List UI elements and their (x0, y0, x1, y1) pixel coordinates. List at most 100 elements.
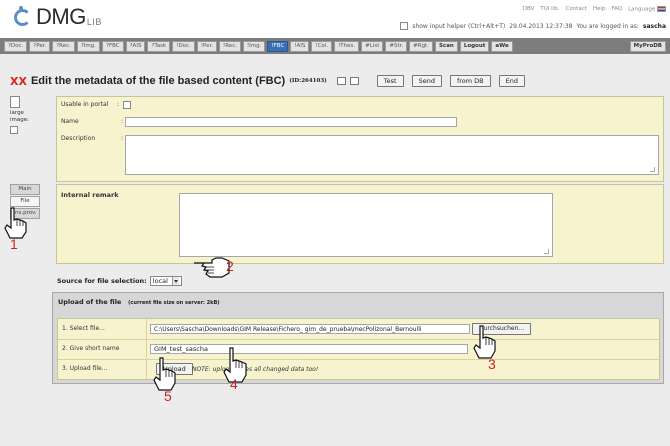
nav-tab-search-fbc[interactable]: ?FBC (102, 40, 124, 52)
nav-tab-str[interactable]: #Str. (385, 40, 408, 52)
nav-tab-fbc[interactable]: !FBC (267, 40, 289, 52)
large-image-label: large image: (10, 110, 29, 123)
test-button[interactable]: Test (376, 75, 404, 87)
top-link-help[interactable]: Help (593, 6, 606, 13)
file-path-input[interactable]: C:\Users\Sascha\Downloads\GIM Release\Fi… (150, 324, 470, 334)
page-title: Edit the metadata of the file based cont… (30, 75, 286, 87)
short-name-input[interactable]: GIM_test_sascha (150, 344, 468, 354)
status-marks: XX (10, 74, 27, 88)
annotation-1: 1 (10, 236, 18, 252)
from-db-button[interactable]: from DB (449, 75, 491, 87)
top-link-dbv[interactable]: DBV (523, 6, 535, 13)
nav-tab-thes[interactable]: !Thes. (334, 40, 360, 52)
top-link-language[interactable]: Language (628, 6, 666, 13)
nav-tab-scan[interactable]: Scan (434, 40, 458, 52)
language-label: Language (628, 6, 656, 13)
nav-tab-search-ais[interactable]: ?AIS (125, 40, 146, 52)
upload-title: Upload of the file (58, 298, 122, 306)
tab-main[interactable]: Main (10, 184, 40, 195)
upload-title-row: Upload of the file (current file size on… (58, 298, 220, 306)
usable-label: Usable in portal (61, 101, 109, 108)
logged-in-label: You are logged in as: (576, 22, 639, 30)
logo-sub: LIB (86, 17, 102, 27)
nav-prev-box[interactable] (336, 77, 346, 85)
source-value: local (152, 277, 168, 285)
remark-textarea[interactable] (179, 193, 553, 257)
nav-tab-search-per[interactable]: ?Per. (29, 40, 51, 52)
logo-text: DMG (36, 4, 86, 29)
source-row: Source for file selection: local (57, 276, 182, 286)
remark-label: Internal remark (61, 191, 119, 199)
top-link-faq[interactable]: FAQ (611, 6, 622, 13)
resize-grip-icon[interactable] (650, 167, 655, 172)
top-link-tui[interactable]: TUI lib. (540, 6, 559, 13)
nav-tab-ais[interactable]: !AIS (290, 40, 310, 52)
nav-tab-search-img[interactable]: ?Img. (76, 40, 101, 52)
main-nav: ?Doc. ?Per. ?Rec. ?Img. ?FBC ?AIS ?Task … (0, 38, 670, 54)
step1-label: 1. Select file... (62, 325, 105, 332)
nav-tab-rgt[interactable]: #Rgt. (409, 40, 433, 52)
nav-tab-rec[interactable]: !Rec. (219, 40, 241, 52)
upload-grid-line-2 (58, 359, 659, 360)
description-textarea[interactable] (125, 135, 659, 175)
send-button[interactable]: Send (411, 75, 442, 87)
large-image-checkbox[interactable] (10, 126, 18, 134)
usable-colon: : (117, 101, 120, 108)
step3-label: 3. Upload file... (62, 365, 108, 372)
nav-next-box[interactable] (349, 77, 359, 85)
top-links: DBV TUI lib. Contact Help FAQ Language (523, 6, 666, 13)
upload-grid-line-1 (58, 339, 659, 340)
record-id: (ID:264103) (289, 78, 327, 84)
uk-flag-icon[interactable] (657, 6, 666, 12)
app-logo[interactable]: DMG LIB (12, 6, 102, 28)
description-label: Description (61, 135, 96, 142)
metadata-panel: Usable in portal : Name : Description : (56, 96, 664, 182)
step2-label: 2. Give short name (62, 345, 120, 352)
top-link-contact[interactable]: Contact (565, 6, 586, 13)
hand-cursor-icon-5 (153, 357, 176, 391)
nav-tab-per[interactable]: !Per. (196, 40, 218, 52)
datetime: 29.04.2013 12:37:38 (509, 22, 573, 30)
input-helper-label: show input helper (Ctrl+Alt+T) (412, 22, 506, 30)
nav-tab-doc[interactable]: !Doc. (172, 40, 195, 52)
remark-resize-grip-icon[interactable] (544, 249, 549, 254)
nav-tab-search-doc[interactable]: ?Doc. (4, 40, 28, 52)
username: sascha (642, 22, 666, 30)
nav-tab-logout[interactable]: Logout (459, 40, 490, 52)
main-content: XX Edit the metadata of the file based c… (0, 54, 670, 446)
large-image-block: large image: (10, 96, 40, 134)
hand-cursor-icon-1 (4, 207, 27, 239)
info-line: show input helper (Ctrl+Alt+T) 29.04.201… (400, 22, 666, 30)
logo-mark-icon (12, 6, 34, 28)
app-header: DMG LIB DBV TUI lib. Contact Help FAQ La… (0, 0, 670, 38)
upload-size-note: (current file size on server: 2kB) (128, 300, 220, 306)
source-select[interactable]: local (149, 276, 182, 286)
name-input[interactable] (125, 117, 457, 127)
annotation-3: 3 (488, 356, 496, 372)
nav-tab-list[interactable]: #List (361, 40, 384, 52)
nav-tab-col[interactable]: !Col. (311, 40, 333, 52)
dropdown-arrow-icon[interactable] (171, 277, 179, 285)
nav-tab-img[interactable]: !Img. (242, 40, 266, 52)
nav-tab-search-rec[interactable]: ?Rec. (52, 40, 75, 52)
source-label: Source for file selection: (57, 277, 147, 285)
nav-tab-search-task[interactable]: ?Task (147, 40, 171, 52)
name-label: Name (61, 118, 79, 125)
annotation-5: 5 (164, 388, 172, 404)
nav-tab-myprodb[interactable]: MyProDB (629, 40, 666, 52)
upload-block: Upload of the file (current file size on… (52, 292, 664, 384)
end-button[interactable]: End (498, 75, 525, 87)
page-title-bar: XX Edit the metadata of the file based c… (10, 74, 525, 88)
nav-tab-awe[interactable]: aWe (491, 40, 513, 52)
input-helper-checkbox[interactable] (400, 22, 409, 30)
hand-cursor-icon-3 (473, 325, 496, 359)
name-colon: : (121, 118, 124, 125)
annotation-4: 4 (230, 376, 238, 392)
description-colon: : (121, 135, 124, 142)
upload-steps: 1. Select file... C:\Users\Sascha\Downlo… (57, 318, 660, 380)
image-placeholder-icon[interactable] (10, 96, 20, 108)
usable-checkbox[interactable] (123, 101, 131, 109)
annotation-2: 2 (226, 258, 234, 274)
upload-grid-divider (146, 319, 147, 379)
remark-panel: Internal remark (56, 184, 664, 264)
